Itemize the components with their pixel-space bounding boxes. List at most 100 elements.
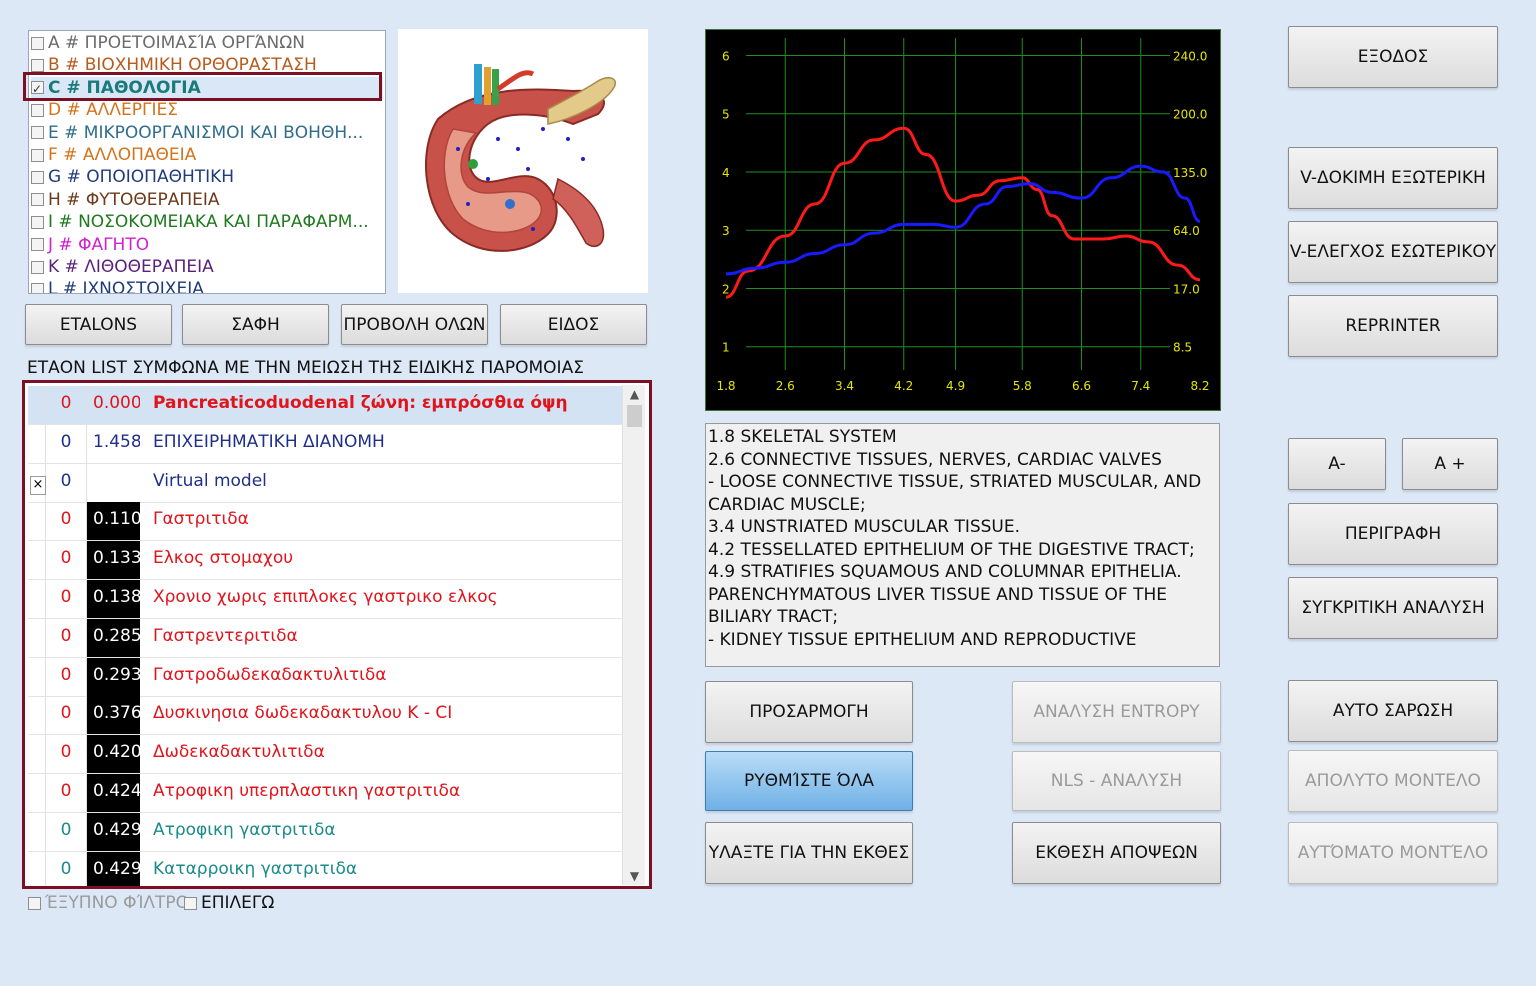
checkbox-icon[interactable] [31, 282, 44, 293]
row-name: Γαστρεντεριτιδα [153, 625, 298, 646]
category-item[interactable]: A # ΠΡΟΕΤΟΙΜΑΣΊΑ ΟΡΓΆΝΩΝ [31, 32, 383, 54]
etalons-button[interactable]: ETALONS [25, 304, 172, 345]
v-test-external-button[interactable]: V-ΔΟΚΙΜΗ ΕΞΩΤΕΡΙΚΗ [1288, 147, 1498, 209]
set-all-button[interactable]: ΡΥΘΜΊΣΤΕ ΌΛΑ [705, 751, 913, 811]
category-item[interactable]: L # ΙΧΝΟΣΤΟΙΧΕΙΑ [31, 278, 383, 293]
table-row[interactable]: 0 0.138 Χρονιο χωρις επιπλοκες γαστρικο ελ… [28, 580, 628, 619]
y-tick-label-right: 200.0 [1173, 108, 1207, 122]
table-row[interactable]: 0 0.420 Δωδεκαδακτυλιτιδα [28, 735, 628, 775]
table-row[interactable]: 0 0.110 Γαστριτιδα [28, 502, 628, 542]
adjust-button[interactable]: ΠΡΟΣΑΡΜΟΓΗ [705, 681, 913, 743]
show-all-button[interactable]: ΠΡΟΒΟΛΗ ΟΛΩΝ [341, 304, 488, 345]
row-mark-cell[interactable] [28, 618, 46, 657]
row-count: 0 [46, 696, 87, 735]
category-item[interactable]: G # ΟΠΟΙΟΠΑΘΗΤΙΚΗ [31, 166, 383, 188]
row-mark-cell[interactable] [28, 696, 46, 735]
category-item[interactable]: F # ΑΛΛΟΠΑΘΕΙΑ [31, 144, 383, 166]
row-value: 0.429 [87, 812, 140, 851]
row-mark-cell[interactable] [28, 851, 46, 886]
x-tick-label: 8.2 [1190, 379, 1209, 393]
row-mark-cell[interactable] [28, 424, 46, 463]
checkbox-icon[interactable] [31, 58, 44, 72]
table-row[interactable]: 0 0.133 Ελκος στομαχου [28, 541, 628, 581]
automatic-model-button[interactable]: ΑΥΤΌΜΑΤΟ ΜΟΝΤΈΛΟ [1288, 822, 1498, 884]
category-item[interactable]: E # ΜΙΚΡΟΟΡΓΑΝΙΣΜΟΙ ΚΑΙ ΒΟΗΘΗ... [31, 122, 383, 144]
table-row[interactable]: 0 0.000 Pancreaticoduodenal ζώνη: εμπρόσθι… [28, 386, 628, 425]
category-item[interactable]: I # ΝΟΣΟΚΟΜΕΙΑΚΑ ΚΑΙ ΠΑΡΑΦΑΡΜ... [31, 211, 383, 233]
category-item[interactable]: J # ΦΑΓΗΤΟ [31, 234, 383, 256]
row-mark-cell[interactable] [28, 502, 46, 541]
checkbox-icon[interactable] [31, 126, 44, 140]
v-check-internal-button[interactable]: V-ΕΛΕΓΧΟΣ ΕΣΩΤΕΡΙΚΟΥ [1288, 221, 1498, 283]
checkbox-icon[interactable] [31, 260, 44, 274]
checkbox-icon[interactable] [31, 238, 44, 252]
row-name: Γαστριτιδα [153, 509, 249, 530]
checkbox-icon[interactable] [31, 193, 44, 207]
close-icon[interactable]: × [30, 475, 46, 495]
row-count: 0 [46, 502, 87, 541]
row-value: 1.458 [93, 431, 140, 452]
row-mark-cell[interactable] [28, 812, 46, 851]
category-label: H # ΦΥΤΟΘΕΡΑΠΕΙΑ [48, 189, 220, 210]
checkbox-icon[interactable] [31, 148, 44, 162]
font-increase-button[interactable]: A + [1402, 438, 1498, 490]
smart-filter-checkbox[interactable]: ΈΞΥΠΝΟ ΦΊΛΤΡΟ [28, 893, 189, 913]
table-row[interactable]: 0 0.424 Ατροφικη υπερπλαστικη γαστριτιδα [28, 774, 628, 813]
etalon-list-scrollbar[interactable]: ▲ ▼ [622, 385, 645, 885]
etalon-list[interactable]: 0 0.000 Pancreaticoduodenal ζώνη: εμπρόσθι… [28, 386, 628, 886]
scroll-down-icon[interactable]: ▼ [623, 867, 646, 885]
smart-filter-label: ΈΞΥΠΝΟ ΦΊΛΤΡΟ [45, 893, 190, 913]
nls-analysis-button[interactable]: NLS - ΑΝΑΛΥΣΗ [1012, 751, 1221, 811]
entropy-analysis-button[interactable]: ΑΝΑΛΥΣΗ ENTROPY [1012, 681, 1221, 743]
reprinter-button[interactable]: REPRINTER [1288, 295, 1498, 357]
row-value: 0.110 [87, 502, 140, 541]
select-label: ΕΠΙΛΕΓΩ [201, 893, 275, 913]
row-name: Pancreaticoduodenal ζώνη: εμπρόσθια όψη [153, 393, 568, 413]
scroll-thumb[interactable] [627, 405, 642, 427]
scroll-up-icon[interactable]: ▲ [623, 385, 646, 403]
row-mark-cell[interactable] [28, 541, 46, 580]
comparative-analysis-button[interactable]: ΣΥΓΚΡΙΤΙΚΗ ΑΝΑΛΥΣΗ [1288, 577, 1498, 639]
row-name: Δωδεκαδακτυλιτιδα [153, 742, 325, 763]
checkbox-icon[interactable] [31, 170, 44, 184]
table-row[interactable]: 0 0.429 Ατροφικη γαστριτιδα [28, 812, 628, 852]
checkbox-icon[interactable] [31, 215, 44, 229]
category-label: D # ΑΛΛΕΡΓΙΕΣ [48, 100, 178, 121]
description-button[interactable]: ΠΕΡΙΓΡΑΦΗ [1288, 503, 1498, 565]
category-list[interactable]: A # ΠΡΟΕΤΟΙΜΑΣΊΑ ΟΡΓΆΝΩΝ B # ΒΙΟΧΗΜΙΚΗ ΟΡ… [28, 30, 386, 294]
category-item[interactable]: D # ΑΛΛΕΡΓΙΕΣ [31, 99, 383, 121]
row-mark-cell[interactable]: × [28, 463, 46, 502]
table-row[interactable]: 0 0.429 Καταρροικη γαστριτιδα [28, 851, 628, 886]
row-mark-cell[interactable] [28, 774, 46, 812]
opinion-report-button[interactable]: ΕΚΘΕΣΗ ΑΠΟΨΕΩΝ [1012, 822, 1221, 884]
row-mark-cell[interactable] [28, 657, 46, 696]
row-value: 0.285 [87, 618, 140, 657]
select-checkbox[interactable]: ΕΠΙΛΕΓΩ [184, 893, 274, 913]
row-count: 0 [46, 657, 87, 696]
row-value: 0.000 [93, 393, 140, 413]
table-row[interactable]: 0 1.458 ΕΠΙΧΕΙΡΗΜΑΤΙΚΗ ΔΙΑΝΟΜΗ [28, 424, 628, 464]
row-name: Ελκος στομαχου [153, 548, 294, 569]
checkbox-icon[interactable] [31, 36, 44, 50]
row-name: Καταρροικη γαστριτιδα [153, 858, 358, 879]
row-mark-cell[interactable] [28, 386, 46, 424]
table-row[interactable]: 0 0.293 Γαστροδωδεκαδακτυλιτιδα [28, 657, 628, 697]
x-tick-label: 5.8 [1013, 379, 1032, 393]
category-item[interactable]: H # ΦΥΤΟΘΕΡΑΠΕΙΑ [31, 189, 383, 211]
kind-button[interactable]: ΕΙΔΟΣ [500, 304, 647, 345]
auto-scan-button[interactable]: ΑΥΤΟ ΣΑΡΩΣΗ [1288, 680, 1498, 742]
clarity-button[interactable]: ΣΑΦΗ [182, 304, 329, 345]
exit-button[interactable]: ΕΞΟΔΟΣ [1288, 26, 1498, 88]
row-mark-cell[interactable] [28, 580, 46, 618]
category-item[interactable]: K # ΛΙΘΟΘΕΡΑΠΕΙΑ [31, 256, 383, 278]
row-name: Γαστροδωδεκαδακτυλιτιδα [153, 664, 387, 685]
row-mark-cell[interactable] [28, 735, 46, 774]
table-row[interactable]: 0 0.376 Δυσκινησια δωδεκαδακτυλου Κ - CI [28, 696, 628, 736]
checkbox-icon[interactable] [31, 103, 44, 117]
font-decrease-button[interactable]: A- [1288, 438, 1386, 490]
table-row[interactable]: × 0 Virtual model [28, 463, 628, 503]
table-row[interactable]: 0 0.285 Γαστρεντεριτιδα [28, 618, 628, 658]
row-value: 0.138 [87, 580, 140, 618]
report-search-button[interactable]: ΥΛΑΞΤΕ ΓΙΑ ΤΗΝ ΕΚΘΕΣ [705, 822, 913, 884]
absolute-model-button[interactable]: ΑΠΟΛΥΤΟ ΜΟΝΤΕΛΟ [1288, 750, 1498, 812]
